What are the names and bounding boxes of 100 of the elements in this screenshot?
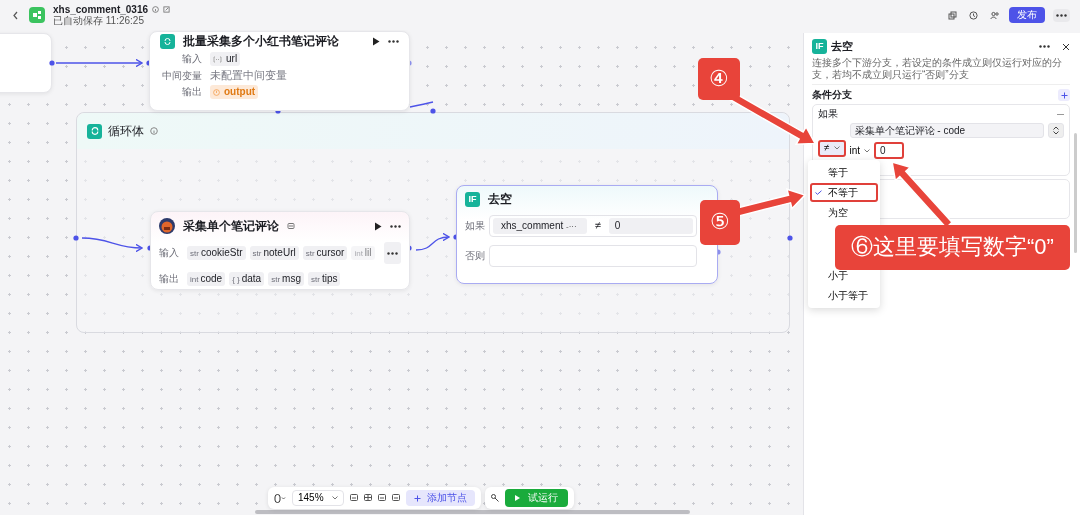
variable-tag: str cookieStr xyxy=(187,246,246,260)
operator-text: ≠ xyxy=(594,219,601,233)
add-button[interactable] xyxy=(1058,89,1070,101)
play-icon xyxy=(515,495,520,501)
users-icon xyxy=(990,10,999,20)
field-label: 输入 xyxy=(159,247,179,259)
callout-label: ⑥这里要填写数字“0” xyxy=(835,225,1070,270)
menu-item[interactable]: 不等于 xyxy=(810,183,878,202)
callout-label: ⑤ xyxy=(700,200,740,245)
add-node-button[interactable]: 添加节点 xyxy=(405,490,475,506)
workflow-title: xhs_comment_0316 xyxy=(53,4,149,15)
variable-select[interactable]: 采集单个笔记评论 - code xyxy=(849,123,1044,138)
if-icon: IF xyxy=(812,39,827,54)
variable-tag: { } data xyxy=(229,272,265,286)
mouse-mode-button[interactable] xyxy=(274,493,286,503)
history-icon xyxy=(969,10,978,20)
operator-select[interactable]: ≠ xyxy=(818,139,846,157)
field-label: 中间变量 xyxy=(161,69,202,82)
debug-button[interactable] xyxy=(491,494,499,502)
port-dot[interactable] xyxy=(430,108,436,114)
check-icon xyxy=(815,190,822,195)
comment-button[interactable] xyxy=(349,494,358,502)
port-dot[interactable] xyxy=(787,235,793,241)
more-icon[interactable] xyxy=(388,40,399,43)
node-title: 去空 xyxy=(488,192,512,207)
variable-tag: xhs_comment -··· xyxy=(493,218,587,234)
app-icon xyxy=(29,7,45,23)
publish-button[interactable]: 发布 xyxy=(1009,7,1045,23)
more-icon xyxy=(1056,13,1067,17)
variable-tag: url xyxy=(210,52,241,66)
grid-button[interactable] xyxy=(363,494,372,502)
variable-tag: str msg xyxy=(268,272,304,286)
link-icon xyxy=(287,222,295,230)
menu-item[interactable]: 等于 xyxy=(810,163,878,182)
menu-item[interactable]: 为空 xyxy=(810,203,878,222)
comment-icon xyxy=(349,494,358,502)
key-icon xyxy=(491,494,499,502)
loop-icon xyxy=(160,34,175,49)
node-card[interactable]: 批量采集多个小红书笔记评论 输入 url 中间变量 未配置中间变量 输出 output xyxy=(149,31,410,111)
zoom-select[interactable]: 145% xyxy=(292,490,344,506)
variable-tag: str cursor xyxy=(302,246,348,260)
scrollbar-thumb[interactable] xyxy=(1074,133,1077,253)
scrollbar-thumb[interactable] xyxy=(255,510,690,514)
node-card[interactable] xyxy=(0,33,52,93)
type-select[interactable]: int xyxy=(849,144,871,157)
callout-label: ④ xyxy=(698,58,740,100)
variable-tag: int lil xyxy=(351,246,375,260)
history-button[interactable] xyxy=(967,8,980,22)
array-icon xyxy=(213,55,222,63)
more-button[interactable] xyxy=(384,242,401,264)
collapse-icon[interactable] xyxy=(1057,112,1064,116)
node-card[interactable]: 采集单个笔记评论 输入 str cookieStr str noteUrl str cursor int lil 输出 int code { } data str msg str tips xyxy=(150,211,410,290)
value-tag: 0 xyxy=(608,218,693,234)
edge-arrow xyxy=(81,237,143,253)
field-label: 如果 xyxy=(465,220,485,232)
panel-title: 去空 xyxy=(831,39,853,54)
else-field[interactable] xyxy=(489,245,697,267)
more-icon[interactable] xyxy=(390,224,401,228)
port-dot[interactable] xyxy=(73,235,79,241)
more-icon[interactable] xyxy=(1039,45,1050,48)
value-field[interactable]: 0 xyxy=(874,142,905,159)
copy-button[interactable] xyxy=(946,8,959,22)
edge-arrow xyxy=(415,232,450,251)
panel-description: 连接多个下游分支，若设定的条件成立则仅运行对应的分支，若均不成立则只运行“否则”分支 xyxy=(812,57,1070,85)
back-icon xyxy=(12,10,19,20)
copy-icon xyxy=(948,10,957,20)
edge-line xyxy=(409,101,434,108)
condition-field[interactable]: xhs_comment -··· ≠ 0 xyxy=(489,215,697,237)
field-label: 否则 xyxy=(465,250,485,262)
edit-icon[interactable] xyxy=(163,6,171,13)
loop-icon xyxy=(87,123,102,139)
menu-item[interactable]: 小于等于 xyxy=(810,286,878,305)
close-icon[interactable] xyxy=(1062,42,1070,51)
port-dot[interactable] xyxy=(49,60,55,66)
warning-icon xyxy=(213,88,220,96)
warning-tag: output xyxy=(210,85,259,100)
more-icon xyxy=(387,251,398,255)
variable-tag: int code xyxy=(187,272,226,286)
variable-tag: str noteUrl xyxy=(249,246,299,260)
loop-title: 循环体 xyxy=(108,123,144,139)
plus-icon xyxy=(413,494,421,502)
more-button[interactable] xyxy=(1053,8,1070,22)
play-icon[interactable] xyxy=(372,37,380,46)
placeholder-text: 未配置中间变量 xyxy=(210,69,287,83)
node-title: 批量采集多个小红书笔记评论 xyxy=(183,34,339,49)
mouse-icon xyxy=(274,493,286,503)
caret-icon xyxy=(864,148,871,153)
field-label: 输入 xyxy=(181,53,202,65)
plugin-icon xyxy=(159,218,175,234)
caret-icon xyxy=(331,496,338,500)
plus-icon xyxy=(1060,91,1068,99)
if-icon: IF xyxy=(465,192,480,207)
stepper-icon xyxy=(1053,126,1059,135)
variable-tag: str tips xyxy=(308,272,341,286)
field-label: 输出 xyxy=(159,273,179,285)
stepper-button[interactable] xyxy=(1048,123,1064,138)
node-title: 采集单个笔记评论 xyxy=(183,218,279,234)
play-icon[interactable] xyxy=(374,221,382,231)
info-icon[interactable] xyxy=(152,6,160,13)
branch-label: 如果 xyxy=(818,108,838,120)
